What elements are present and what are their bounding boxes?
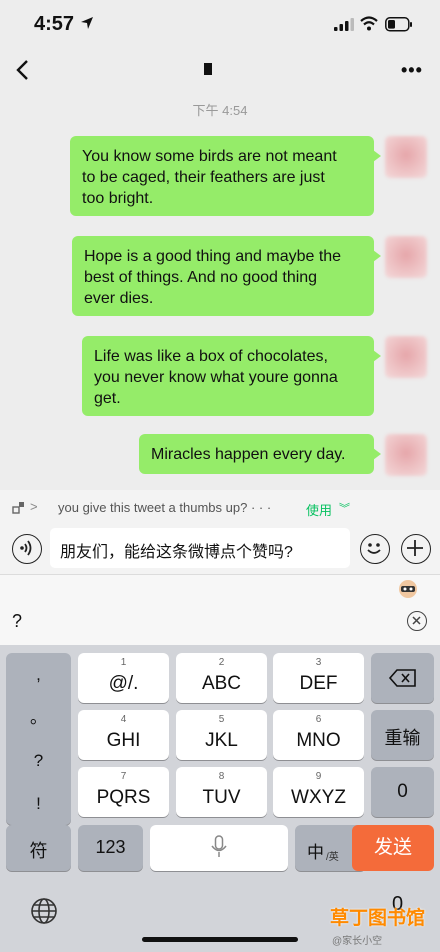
- more-options-icon[interactable]: •••: [401, 60, 423, 80]
- key-1[interactable]: 1 @/.: [78, 653, 169, 703]
- voice-wave-icon: [20, 540, 32, 556]
- quote-icon: [12, 502, 24, 514]
- send-key[interactable]: 发送: [352, 825, 434, 871]
- wifi-icon: [360, 16, 378, 31]
- key-3[interactable]: 3 DEF: [273, 653, 364, 703]
- punct-key-period[interactable]: 。: [6, 696, 71, 739]
- message-line: best of things. And no good thing: [84, 269, 318, 286]
- avatar[interactable]: [385, 336, 427, 378]
- cellular-signal-icon: [334, 18, 354, 31]
- message-line: you never know what youre gonna: [94, 369, 338, 386]
- home-indicator[interactable]: [142, 937, 298, 942]
- message-line: too bright.: [82, 190, 154, 207]
- message-bubble[interactable]: You know some birds are not meant to be …: [70, 136, 381, 216]
- key-8[interactable]: 8 TUV: [176, 767, 267, 817]
- message-bubble[interactable]: Life was like a box of chocolates, you n…: [82, 336, 381, 416]
- punctuation-column: , 。 ? !: [6, 653, 71, 825]
- watermark-logo-text: 草丁图书馆: [330, 908, 426, 929]
- input-row: 朋友们，能给这条微博点个赞吗?: [0, 526, 440, 574]
- key-2[interactable]: 2 ABC: [176, 653, 267, 703]
- voice-input-button[interactable]: [12, 534, 42, 564]
- message-line: to be caged, their feathers are just: [82, 169, 325, 186]
- candidate-word[interactable]: ?: [12, 611, 22, 632]
- avatar[interactable]: [385, 136, 427, 178]
- ime-candidate-bar: ?: [0, 575, 440, 645]
- space-key[interactable]: [150, 825, 288, 871]
- message-line: ever dies.: [84, 290, 154, 307]
- key-4[interactable]: 4 GHI: [78, 710, 169, 760]
- avatar[interactable]: [385, 434, 427, 476]
- smiley-icon: [367, 543, 381, 554]
- chevron-right-icon: >: [30, 499, 38, 514]
- lang-en-label: /英: [326, 852, 339, 863]
- location-arrow-icon: [81, 17, 93, 29]
- close-candidates-icon[interactable]: [407, 611, 427, 631]
- message-bubble[interactable]: Hope is a good thing and maybe the best …: [72, 236, 381, 316]
- chat-title-redacted: [204, 63, 212, 75]
- microphone-icon: [211, 835, 227, 857]
- key-9[interactable]: 9 WXYZ: [273, 767, 364, 817]
- key-0[interactable]: 0: [371, 767, 434, 817]
- emoji-button[interactable]: [360, 534, 390, 564]
- key-7[interactable]: 7 PQRS: [78, 767, 169, 817]
- backspace-key[interactable]: [371, 653, 434, 703]
- message-line: You know some birds are not meant: [82, 148, 337, 165]
- more-functions-button[interactable]: [401, 534, 431, 564]
- back-chevron-icon[interactable]: [14, 58, 32, 82]
- symbols-key[interactable]: 符: [6, 825, 71, 871]
- status-bar: 4:57: [0, 0, 440, 48]
- key-6[interactable]: 6 MNO: [273, 710, 364, 760]
- quote-suggestion-bar: > you give this tweet a thumbs up? · · ·…: [0, 490, 440, 526]
- punct-key-question[interactable]: ?: [6, 739, 71, 782]
- plus-icon: [407, 540, 423, 556]
- key-5[interactable]: 5 JKL: [176, 710, 267, 760]
- status-time: 4:57: [34, 13, 75, 35]
- chat-header: •••: [0, 48, 440, 94]
- numbers-key[interactable]: 123: [78, 825, 143, 871]
- reenter-key[interactable]: 重输: [371, 710, 434, 760]
- chat-area: 下午 4:54 You know some birds are not mean…: [0, 94, 440, 490]
- use-button[interactable]: 使用: [306, 500, 332, 519]
- quote-text: you give this tweet a thumbs up? · · ·: [58, 500, 272, 515]
- keyboard-brand-icon[interactable]: [398, 579, 418, 599]
- avatar[interactable]: [385, 236, 427, 278]
- message-input[interactable]: 朋友们，能给这条微博点个赞吗?: [50, 528, 350, 568]
- message-line: get.: [94, 390, 121, 407]
- backspace-icon: [388, 669, 416, 687]
- watermark-handle: @家长小空: [332, 936, 383, 947]
- battery-icon: [385, 17, 412, 32]
- message-timestamp: 下午 4:54: [192, 103, 248, 118]
- message-line: Hope is a good thing and maybe the: [84, 248, 342, 265]
- message-bubble[interactable]: Miracles happen every day.: [139, 434, 381, 474]
- lang-zh-label: 中: [307, 843, 324, 862]
- message-line: Life was like a box of chocolates,: [94, 348, 328, 365]
- punct-key-comma[interactable]: ,: [6, 653, 71, 696]
- punct-key-exclaim[interactable]: !: [6, 782, 71, 825]
- t9-keyboard: , 。 ? ! 1 @/. 2 ABC 3 DEF 4 GHI 5 JKL 6 …: [0, 645, 440, 952]
- globe-icon[interactable]: [30, 897, 58, 925]
- double-chevron-down-icon: ︾: [339, 503, 350, 515]
- message-line: Miracles happen every day.: [151, 446, 346, 463]
